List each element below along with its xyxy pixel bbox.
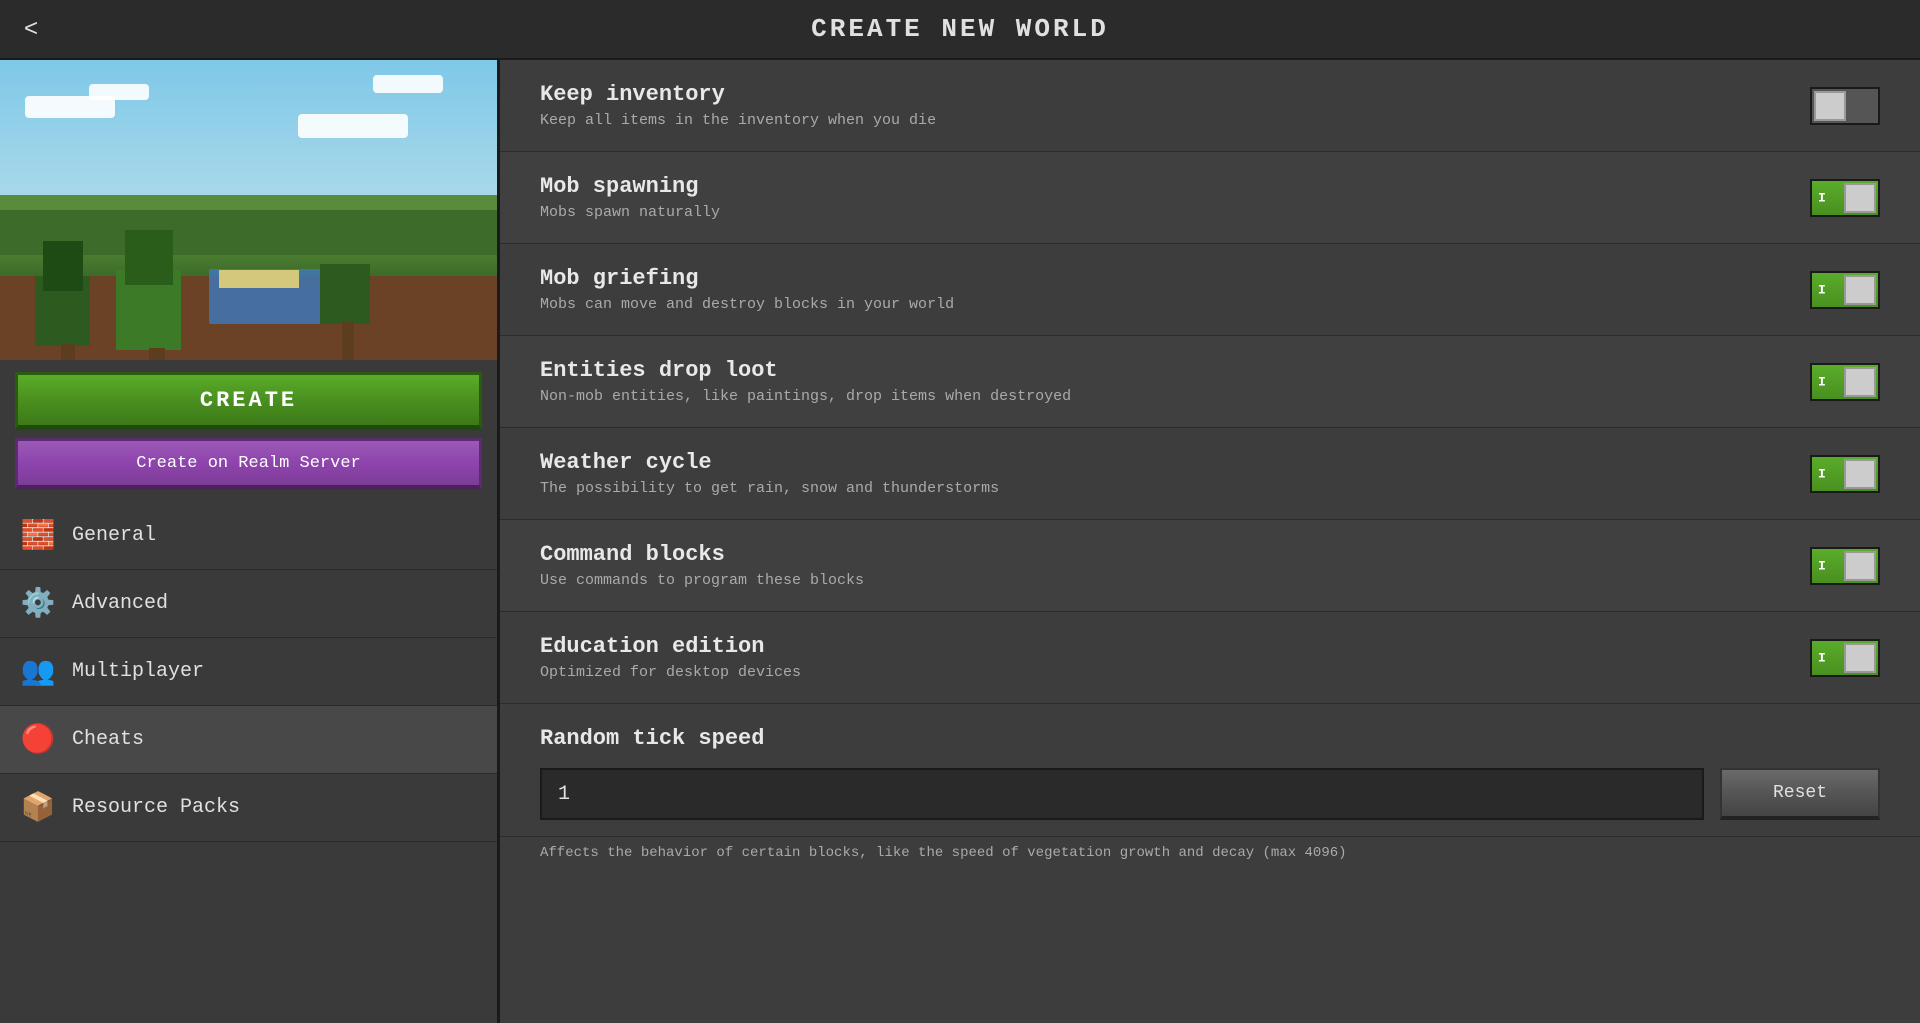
toggle-label: I xyxy=(1818,374,1826,389)
toggle-knob xyxy=(1844,183,1876,213)
setting-info: Mob griefing Mobs can move and destroy b… xyxy=(540,266,1810,313)
toggle-label: I xyxy=(1818,282,1826,297)
toggle-knob xyxy=(1844,367,1876,397)
tick-speed-input[interactable] xyxy=(540,768,1704,820)
entities-drop-loot-toggle[interactable]: I xyxy=(1810,363,1880,401)
setting-mob-spawning: Mob spawning Mobs spawn naturally I xyxy=(500,152,1920,244)
setting-mob-griefing: Mob griefing Mobs can move and destroy b… xyxy=(500,244,1920,336)
setting-info: Keep inventory Keep all items in the inv… xyxy=(540,82,1810,129)
setting-education-edition: Education edition Optimized for desktop … xyxy=(500,612,1920,704)
setting-desc: Keep all items in the inventory when you… xyxy=(540,112,1810,129)
sidebar-item-cheats[interactable]: 🔴 Cheats xyxy=(0,706,497,774)
setting-desc: Mobs can move and destroy blocks in your… xyxy=(540,296,1810,313)
setting-command-blocks: Command blocks Use commands to program t… xyxy=(500,520,1920,612)
setting-name: Mob spawning xyxy=(540,174,1810,199)
back-button[interactable]: < xyxy=(24,15,38,43)
toggle-label: I xyxy=(1818,650,1826,665)
setting-random-tick-speed: Random tick speed Reset xyxy=(500,704,1920,837)
weather-cycle-toggle[interactable]: I xyxy=(1810,455,1880,493)
toggle-knob xyxy=(1814,91,1846,121)
reset-button[interactable]: Reset xyxy=(1720,768,1880,820)
sidebar-item-multiplayer[interactable]: 👥 Multiplayer xyxy=(0,638,497,706)
setting-info: Entities drop loot Non-mob entities, lik… xyxy=(540,358,1810,405)
sidebar-item-general[interactable]: 🧱 General xyxy=(0,502,497,570)
setting-keep-inventory: Keep inventory Keep all items in the inv… xyxy=(500,60,1920,152)
mob-griefing-toggle[interactable]: I xyxy=(1810,271,1880,309)
input-row: Reset xyxy=(540,768,1880,820)
setting-info: Command blocks Use commands to program t… xyxy=(540,542,1810,589)
setting-name: Keep inventory xyxy=(540,82,1810,107)
setting-name: Random tick speed xyxy=(540,726,1880,751)
tick-speed-note: Affects the behavior of certain blocks, … xyxy=(500,837,1920,877)
cheats-icon: 🔴 xyxy=(20,722,56,757)
setting-desc: Non-mob entities, like paintings, drop i… xyxy=(540,388,1810,405)
general-icon: 🧱 xyxy=(20,518,56,553)
create-button[interactable]: CREATE xyxy=(15,372,482,430)
sidebar-item-label: Advanced xyxy=(72,592,168,615)
setting-desc: Use commands to program these blocks xyxy=(540,572,1810,589)
page-title: CREATE NEW WORLD xyxy=(811,14,1109,44)
realm-server-button[interactable]: Create on Realm Server xyxy=(15,438,482,490)
setting-desc: Mobs spawn naturally xyxy=(540,204,1810,221)
sidebar-item-label: Multiplayer xyxy=(72,660,204,683)
toggle-label: I xyxy=(1818,558,1826,573)
setting-name: Weather cycle xyxy=(540,450,1810,475)
main-layout: CREATE Create on Realm Server 🧱 General … xyxy=(0,60,1920,1023)
world-thumbnail xyxy=(0,60,497,360)
toggle-knob xyxy=(1844,643,1876,673)
setting-name: Mob griefing xyxy=(540,266,1810,291)
education-edition-toggle[interactable]: I xyxy=(1810,639,1880,677)
setting-info: Weather cycle The possibility to get rai… xyxy=(540,450,1810,497)
setting-info: Education edition Optimized for desktop … xyxy=(540,634,1810,681)
setting-name: Command blocks xyxy=(540,542,1810,567)
sidebar-item-advanced[interactable]: ⚙️ Advanced xyxy=(0,570,497,638)
multiplayer-icon: 👥 xyxy=(20,654,56,689)
setting-name: Education edition xyxy=(540,634,1810,659)
setting-weather-cycle: Weather cycle The possibility to get rai… xyxy=(500,428,1920,520)
toggle-knob xyxy=(1844,551,1876,581)
setting-name: Entities drop loot xyxy=(540,358,1810,383)
sidebar-item-resource-packs[interactable]: 📦 Resource Packs xyxy=(0,774,497,842)
sidebar-item-label: General xyxy=(72,524,156,547)
mob-spawning-toggle[interactable]: I xyxy=(1810,179,1880,217)
setting-desc: The possibility to get rain, snow and th… xyxy=(540,480,1810,497)
toggle-label: I xyxy=(1818,190,1826,205)
setting-info: Mob spawning Mobs spawn naturally xyxy=(540,174,1810,221)
advanced-icon: ⚙️ xyxy=(20,586,56,621)
keep-inventory-toggle[interactable]: I xyxy=(1810,87,1880,125)
setting-entities-drop-loot: Entities drop loot Non-mob entities, lik… xyxy=(500,336,1920,428)
header: < CREATE NEW WORLD xyxy=(0,0,1920,60)
toggle-label: I xyxy=(1818,466,1826,481)
toggle-knob xyxy=(1844,459,1876,489)
command-blocks-toggle[interactable]: I xyxy=(1810,547,1880,585)
sidebar-item-label: Resource Packs xyxy=(72,796,240,819)
resource-packs-icon: 📦 xyxy=(20,790,56,825)
setting-desc: Optimized for desktop devices xyxy=(540,664,1810,681)
toggle-knob xyxy=(1844,275,1876,305)
content-panel: Keep inventory Keep all items in the inv… xyxy=(500,60,1920,1023)
sidebar: CREATE Create on Realm Server 🧱 General … xyxy=(0,60,500,1023)
sidebar-item-label: Cheats xyxy=(72,728,144,751)
